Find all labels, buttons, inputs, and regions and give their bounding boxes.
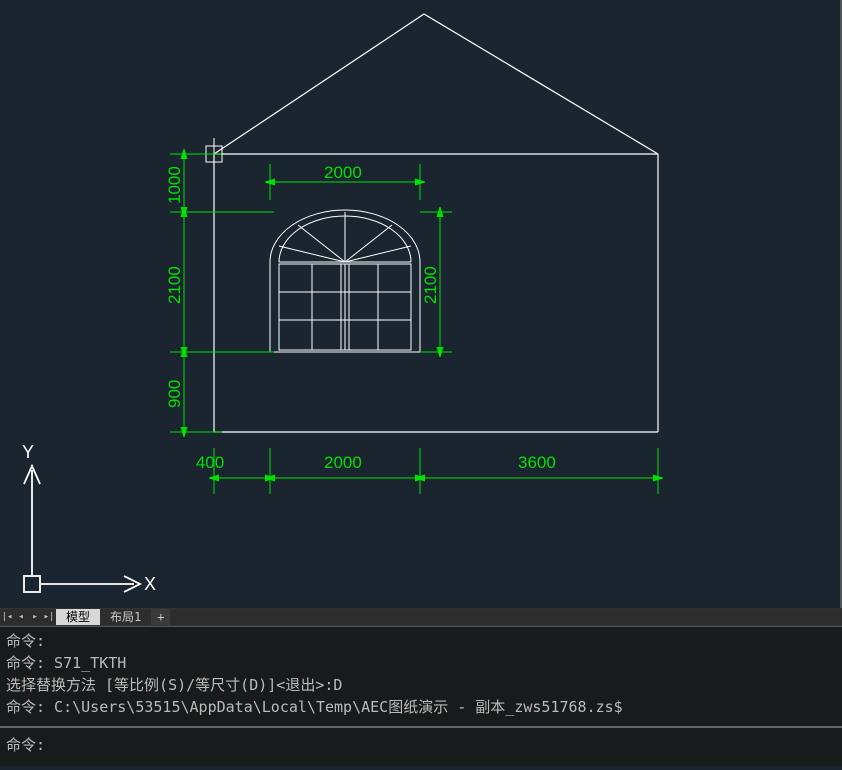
tab-model[interactable]: 模型	[56, 609, 100, 625]
cmd-line-3: 选择替换方法 [等比例(S)/等尺寸(D)]<退出>:D	[6, 674, 836, 696]
tab-nav-next-icon[interactable]: ▸	[28, 609, 42, 625]
cmd-line-2: 命令: S71_TKTH	[6, 652, 836, 674]
tab-add-button[interactable]: +	[151, 609, 170, 625]
dim-900: 900	[165, 380, 184, 408]
dim-1000: 1000	[165, 166, 184, 204]
dim-3600: 3600	[518, 453, 556, 472]
ucs-icon	[24, 466, 140, 592]
command-prompt: 命令:	[6, 734, 45, 756]
command-input[interactable]	[45, 734, 836, 752]
tab-layout1[interactable]: 布局1	[100, 609, 151, 625]
cmd-line-4: 命令: C:\Users\53515\AppData\Local\Temp\AE…	[6, 696, 836, 718]
axis-y-label: Y	[22, 442, 34, 462]
layout-tabs: |◂ ◂ ▸ ▸| 模型 布局1 +	[0, 608, 842, 626]
window	[270, 210, 420, 352]
dimensions	[170, 154, 658, 494]
tab-nav-last-icon[interactable]: ▸|	[42, 609, 56, 625]
tab-nav-first-icon[interactable]: |◂	[0, 609, 14, 625]
tab-nav-prev-icon[interactable]: ◂	[14, 609, 28, 625]
dim-400: 400	[196, 453, 224, 472]
cmd-line-1: 命令:	[6, 630, 836, 652]
axis-x-label: X	[144, 574, 156, 594]
house-outline	[214, 14, 658, 432]
drawing-canvas[interactable]: X Y	[0, 0, 842, 608]
command-input-row: 命令:	[0, 726, 842, 766]
command-history: 命令: 命令: S71_TKTH 选择替换方法 [等比例(S)/等尺寸(D)]<…	[0, 626, 842, 726]
dim-2000-bot: 2000	[324, 453, 362, 472]
dim-2000-top: 2000	[324, 163, 362, 182]
dim-2100-right: 2100	[421, 266, 440, 304]
drawing-svg: X Y	[0, 0, 842, 608]
dim-2100-left: 2100	[165, 266, 184, 304]
